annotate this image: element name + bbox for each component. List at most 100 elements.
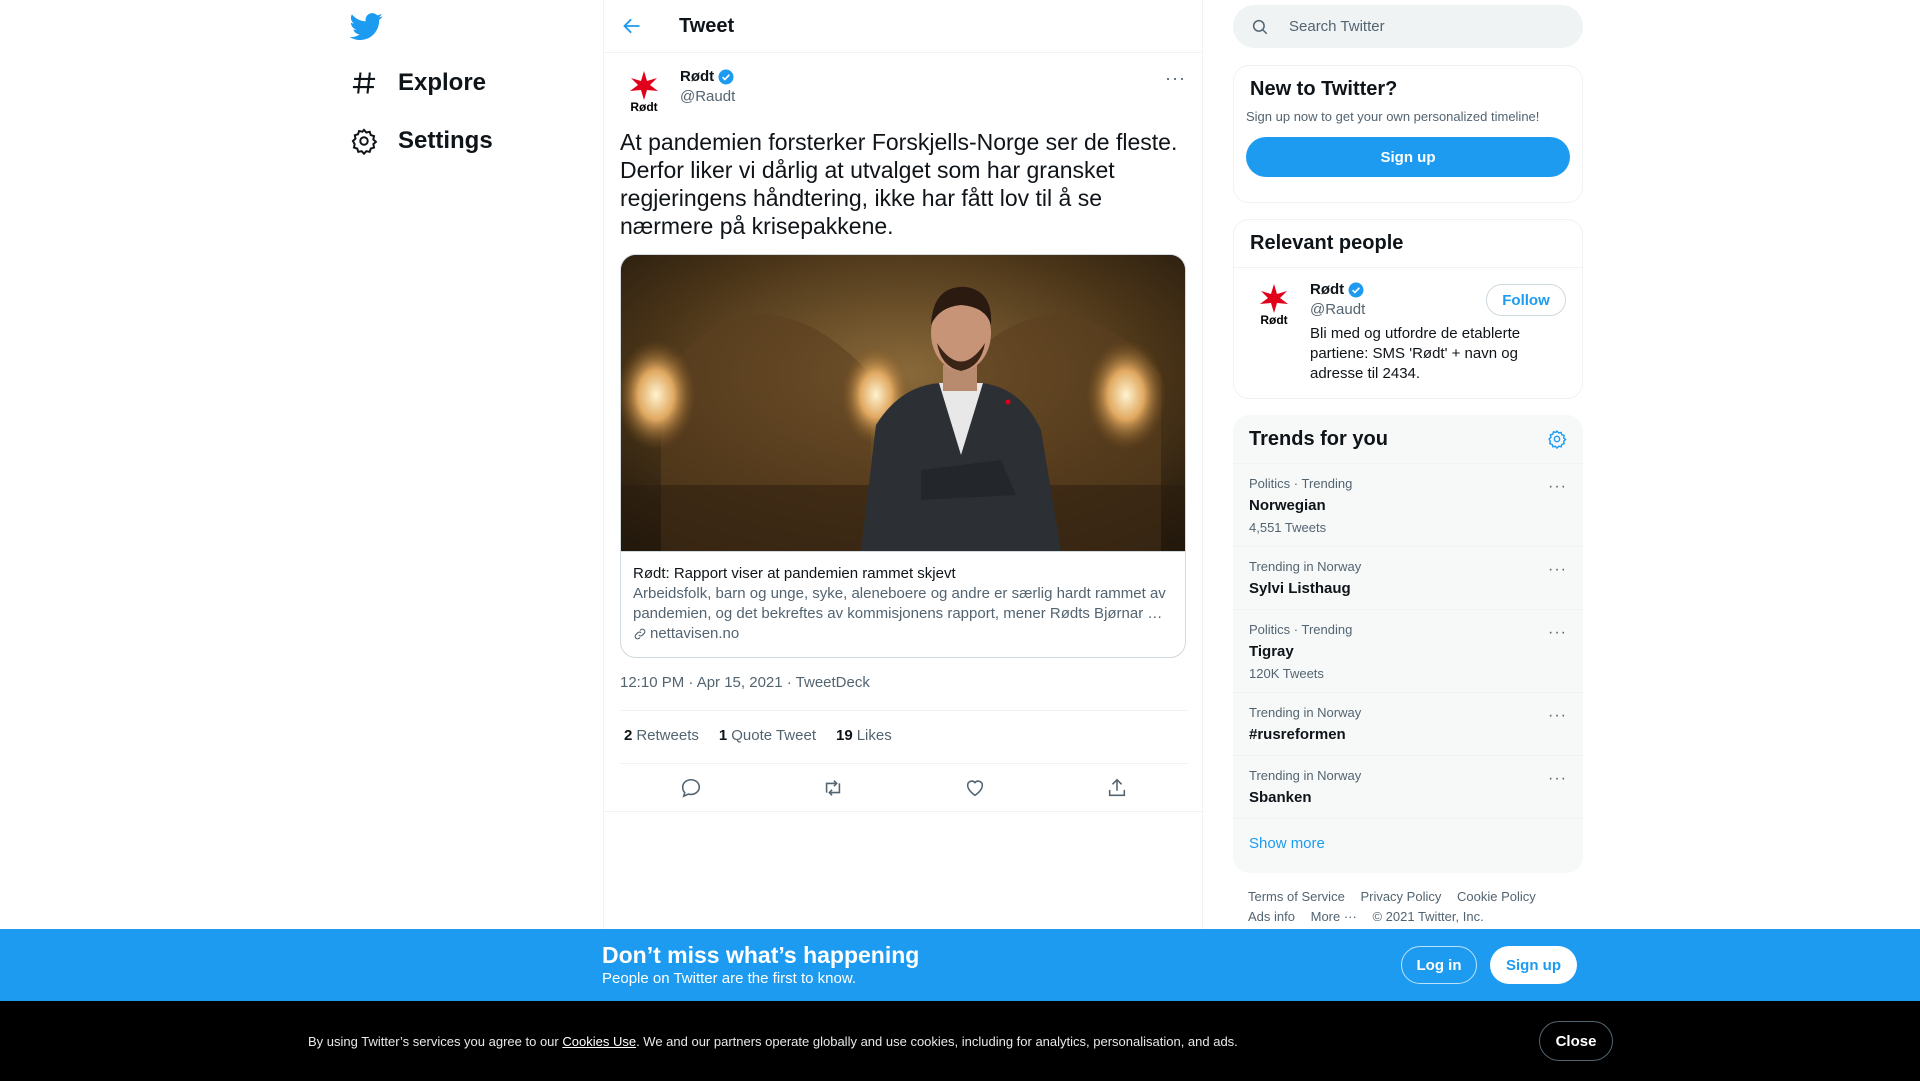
terms-link[interactable]: Terms of Service: [1248, 889, 1345, 904]
trends-header: Trends for you: [1233, 415, 1583, 464]
divider: [620, 710, 1188, 711]
trend-name: #rusreformen: [1249, 726, 1346, 743]
link-icon: [634, 628, 646, 640]
gear-icon[interactable]: [1547, 429, 1567, 449]
more-options-icon[interactable]: ···: [1548, 478, 1567, 496]
cookie-bar: By using Twitter’s services you agree to…: [0, 1001, 1920, 1081]
divider: [604, 811, 1204, 812]
tweet-timestamp[interactable]: 12:10 PM · Apr 15, 2021 · TweetDeck: [620, 674, 870, 691]
avatar[interactable]: Rødt: [620, 67, 668, 115]
more-link[interactable]: More ···: [1311, 909, 1357, 924]
share-icon[interactable]: [1106, 777, 1128, 799]
like-heart-icon[interactable]: [964, 777, 986, 799]
relevant-people-title: Relevant people: [1250, 232, 1404, 254]
nav-settings-label: Settings: [398, 127, 493, 154]
cookies-use-link[interactable]: Cookies Use: [562, 1034, 636, 1049]
more-options-icon[interactable]: ···: [1548, 770, 1567, 788]
quotes-stat[interactable]: 1 Quote Tweet: [719, 727, 816, 744]
verified-badge-icon: [1348, 282, 1364, 298]
trend-meta: Politics · Trending: [1249, 476, 1353, 491]
trend-count: 4,551 Tweets: [1249, 520, 1327, 535]
twitter-logo-icon[interactable]: [350, 10, 383, 43]
trend-item[interactable]: Trending in Norway #rusreformen ···: [1233, 693, 1583, 756]
card-title: Rødt: Rapport viser at pandemien rammet …: [633, 565, 956, 582]
search-icon: [1252, 19, 1268, 34]
trend-name: Sylvi Listhaug: [1249, 580, 1351, 597]
cookie-text: By using Twitter’s services you agree to…: [308, 1034, 1238, 1049]
trend-item[interactable]: Politics · Trending Tigray 120K Tweets ·…: [1233, 610, 1583, 693]
privacy-link[interactable]: Privacy Policy: [1360, 889, 1441, 904]
new-to-twitter-panel: New to Twitter? Sign up now to get your …: [1233, 65, 1583, 203]
back-button[interactable]: [604, 16, 660, 36]
nav-settings[interactable]: Settings: [350, 119, 493, 163]
copyright: © 2021 Twitter, Inc.: [1372, 909, 1484, 924]
nav-explore[interactable]: Explore: [350, 61, 486, 105]
signup-banner: Don’t miss what’s happening People on Tw…: [0, 929, 1920, 1001]
author-handle[interactable]: @Raudt: [680, 87, 735, 107]
tweet-text: At pandemien forsterker Forskjells-Norge…: [620, 129, 1178, 239]
cookie-policy-link[interactable]: Cookie Policy: [1457, 889, 1536, 904]
trend-count: 120K Tweets: [1249, 666, 1324, 681]
new-to-twitter-subtitle: Sign up now to get your own personalized…: [1246, 109, 1540, 124]
rodt-logo-icon: Rødt: [630, 71, 658, 114]
search-placeholder: Search Twitter: [1289, 18, 1385, 35]
card-domain-text: nettavisen.no: [650, 625, 740, 642]
trends-panel: Trends for you Politics · Trending Norwe…: [1233, 415, 1583, 873]
signup-button[interactable]: Sign up: [1246, 137, 1570, 177]
tweet-stats: 2 Retweets 1 Quote Tweet 19 Likes: [624, 727, 892, 744]
trend-meta: Politics · Trending: [1249, 622, 1353, 637]
ads-info-link[interactable]: Ads info: [1248, 909, 1295, 924]
trend-name: Norwegian: [1249, 497, 1326, 514]
tweet-column: Tweet Rødt Rødt @Raudt ··· At pandemien …: [603, 0, 1204, 930]
follow-button[interactable]: Follow: [1486, 284, 1566, 316]
retweet-icon[interactable]: [822, 777, 844, 799]
card-description: Arbeidsfolk, barn og unge, syke, alenebo…: [633, 585, 1166, 622]
person-row[interactable]: Rødt Rødt @Raudt Bli med og utfordre de …: [1234, 268, 1582, 396]
svg-text:Rødt: Rødt: [1260, 313, 1287, 327]
trends-title: Trends for you: [1249, 427, 1388, 450]
avatar[interactable]: Rødt: [1250, 280, 1298, 328]
more-options-icon[interactable]: ···: [1165, 68, 1186, 89]
card-image: [621, 255, 1185, 551]
new-to-twitter-title: New to Twitter?: [1250, 78, 1398, 100]
trend-item[interactable]: Trending in Norway Sbanken ···: [1233, 756, 1583, 819]
cookie-prefix: By using Twitter’s services you agree to…: [308, 1034, 563, 1049]
banner-subtitle: People on Twitter are the first to know.: [602, 970, 857, 987]
more-options-icon[interactable]: ···: [1548, 561, 1567, 579]
arrow-left-icon: [623, 18, 640, 34]
more-options-icon[interactable]: ···: [1548, 707, 1567, 725]
trend-name: Tigray: [1249, 643, 1294, 660]
link-card[interactable]: Rødt: Rapport viser at pandemien rammet …: [620, 254, 1186, 658]
retweets-stat[interactable]: 2 Retweets: [624, 727, 699, 744]
author-name-text: Rødt: [680, 68, 715, 85]
more-options-icon[interactable]: ···: [1548, 624, 1567, 642]
person-bio: Bli med og utfordre de etablerte partien…: [1310, 325, 1521, 382]
header-bar: Tweet: [604, 0, 1202, 53]
hashtag-icon: [352, 72, 376, 94]
trend-meta: Trending in Norway: [1249, 768, 1362, 783]
relevant-people-panel: Relevant people Rødt Rødt @Raudt Bli med…: [1233, 219, 1583, 399]
likes-stat[interactable]: 19 Likes: [836, 727, 892, 744]
gear-icon: [351, 128, 378, 155]
trend-item[interactable]: Trending in Norway Sylvi Listhaug ···: [1233, 547, 1583, 610]
banner-signup-button[interactable]: Sign up: [1490, 946, 1577, 984]
search-input[interactable]: Search Twitter: [1233, 5, 1583, 48]
banner-title: Don’t miss what’s happening: [602, 942, 920, 968]
person-name[interactable]: Rødt: [1310, 280, 1365, 300]
cookie-suffix: . We and our partners operate globally a…: [636, 1034, 1238, 1049]
nav-explore-label: Explore: [398, 69, 487, 96]
login-button[interactable]: Log in: [1401, 946, 1477, 984]
trend-item[interactable]: Politics · Trending Norwegian 4,551 Twee…: [1233, 464, 1583, 547]
person-handle[interactable]: @Raudt: [1310, 300, 1365, 320]
svg-text:Rødt: Rødt: [630, 100, 657, 114]
author-name[interactable]: Rødt: [680, 67, 735, 87]
reply-icon[interactable]: [680, 777, 702, 799]
footer-links: Terms of Service Privacy Policy Cookie P…: [1248, 887, 1578, 927]
person-name-text: Rødt: [1310, 281, 1345, 298]
close-button[interactable]: Close: [1539, 1021, 1613, 1061]
show-more-link[interactable]: Show more: [1233, 819, 1583, 868]
card-domain: nettavisen.no: [633, 624, 1173, 644]
trend-meta: Trending in Norway: [1249, 559, 1362, 574]
divider: [620, 763, 1188, 764]
rodt-logo-icon: Rødt: [1260, 284, 1288, 327]
